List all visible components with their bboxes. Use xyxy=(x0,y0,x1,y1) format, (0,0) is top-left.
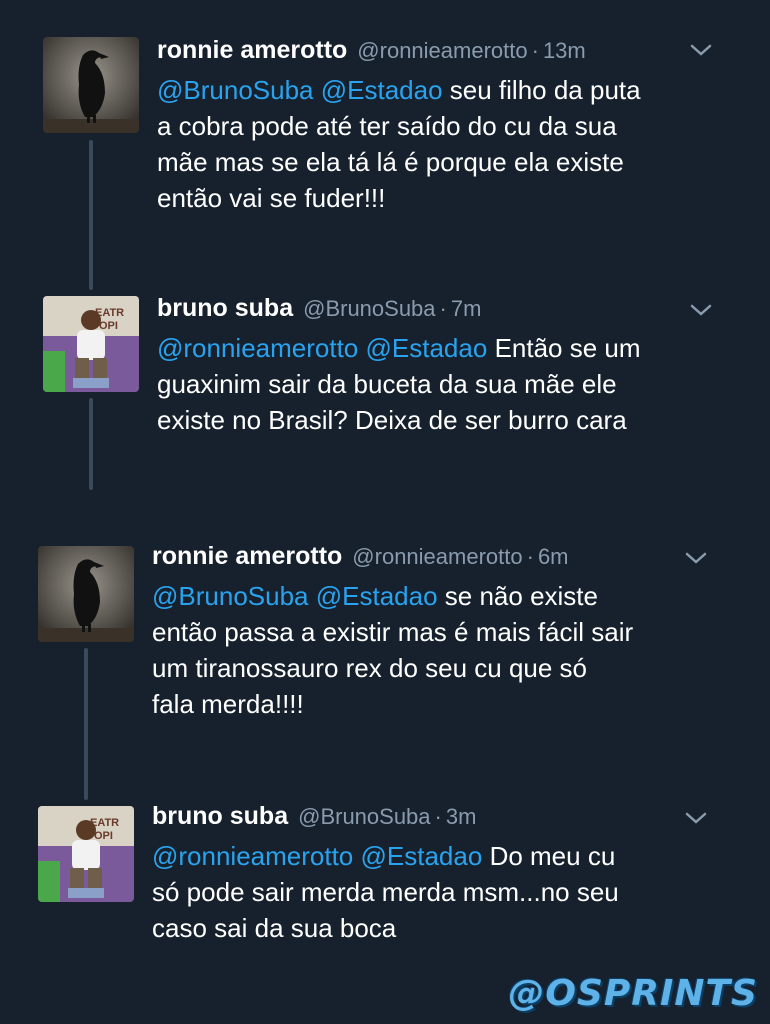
thread-connector xyxy=(84,648,88,800)
mention-link[interactable]: @ronnieamerotto xyxy=(157,333,358,363)
chevron-down-icon[interactable] xyxy=(683,808,709,828)
separator-dot: · xyxy=(526,544,534,569)
tweet-text-line: seu filho da puta xyxy=(449,75,641,105)
tweet-content: bruno suba @BrunoSuba · 3m @ronnieamerot… xyxy=(152,802,717,946)
mention-link[interactable]: @Estadao xyxy=(361,841,483,871)
username-handle[interactable]: @ronnieamerotto xyxy=(352,544,522,570)
separator-dot: · xyxy=(439,296,447,321)
mention-link[interactable]: @BrunoSuba xyxy=(157,75,314,105)
timestamp[interactable]: 13m xyxy=(543,38,586,64)
username-handle[interactable]: @BrunoSuba xyxy=(303,296,435,322)
crow-avatar[interactable] xyxy=(43,37,139,133)
mention-link[interactable]: @Estadao xyxy=(366,333,488,363)
tweet-2[interactable]: EATR OPI bruno suba @BrunoSuba · 7m @ron… xyxy=(0,290,770,540)
person-photo-avatar[interactable]: EATR OPI xyxy=(43,296,139,392)
tweet-text: @BrunoSuba @Estadao seu filho da puta a … xyxy=(157,72,717,216)
tweet-text-line: então vai se fuder!!! xyxy=(157,183,386,213)
tweet-1[interactable]: ronnie amerotto @ronnieamerotto · 13m @B… xyxy=(0,0,770,290)
tweet-text-line: um tiranossauro rex do seu cu que só xyxy=(152,653,588,683)
separator-dot: · xyxy=(434,804,442,829)
display-name[interactable]: bruno suba xyxy=(157,294,293,323)
username-handle[interactable]: @BrunoSuba xyxy=(298,804,430,830)
tweet-text-line: a cobra pode até ter saído do cu da sua xyxy=(157,111,617,141)
timestamp[interactable]: 3m xyxy=(446,804,477,830)
tweet-3[interactable]: ronnie amerotto @ronnieamerotto · 6m @Br… xyxy=(0,540,770,800)
tweet-text: @ronnieamerotto @Estadao Então se um gua… xyxy=(157,330,717,438)
tweet-text-line: só pode sair merda merda msm...no seu xyxy=(152,877,619,907)
tweet-text-line: fala merda!!!! xyxy=(152,689,304,719)
tweet-text-line: guaxinim sair da buceta da sua mãe ele xyxy=(157,369,617,399)
mention-link[interactable]: @Estadao xyxy=(321,75,443,105)
timestamp[interactable]: 6m xyxy=(538,544,569,570)
mention-link[interactable]: @Estadao xyxy=(316,581,438,611)
chevron-down-icon[interactable] xyxy=(683,548,709,568)
display-name[interactable]: ronnie amerotto xyxy=(152,542,342,571)
svg-text:OPI: OPI xyxy=(94,830,113,842)
tweet-text-line: Então se um xyxy=(494,333,641,363)
display-name[interactable]: ronnie amerotto xyxy=(157,36,347,65)
tweet-content: ronnie amerotto @ronnieamerotto · 6m @Br… xyxy=(152,542,717,722)
person-photo-avatar[interactable]: EATR OPI xyxy=(38,806,134,902)
tweet-text: @BrunoSuba @Estadao se não existe então … xyxy=(152,578,717,722)
separator-dot: · xyxy=(531,38,539,63)
username-handle[interactable]: @ronnieamerotto xyxy=(357,38,527,64)
tweet-text-line: caso sai da sua boca xyxy=(152,913,397,943)
tweet-text: @ronnieamerotto @Estadao Do meu cu só po… xyxy=(152,838,717,946)
mention-link[interactable]: @BrunoSuba xyxy=(152,581,309,611)
tweet-content: bruno suba @BrunoSuba · 7m @ronnieamerot… xyxy=(157,294,717,438)
chevron-down-icon[interactable] xyxy=(688,300,714,320)
chevron-down-icon[interactable] xyxy=(688,40,714,60)
tweet-text-line: então passa a existir mas é mais fácil s… xyxy=(152,617,634,647)
timestamp[interactable]: 7m xyxy=(451,296,482,322)
tweet-text-line: mãe mas se ela tá lá é porque ela existe xyxy=(157,147,624,177)
thread-connector xyxy=(89,140,93,290)
tweet-text-line: existe no Brasil? Deixa de ser burro car… xyxy=(157,405,627,435)
tweet-text-line: se não existe xyxy=(444,581,598,611)
thread-connector xyxy=(89,398,93,490)
tweet-text-line: Do meu cu xyxy=(489,841,616,871)
svg-text:OPI: OPI xyxy=(99,320,118,332)
mention-link[interactable]: @ronnieamerotto xyxy=(152,841,353,871)
tweet-content: ronnie amerotto @ronnieamerotto · 13m @B… xyxy=(157,36,717,216)
display-name[interactable]: bruno suba xyxy=(152,802,288,831)
watermark: @OSPRINTS xyxy=(508,973,758,1014)
crow-avatar[interactable] xyxy=(38,546,134,642)
